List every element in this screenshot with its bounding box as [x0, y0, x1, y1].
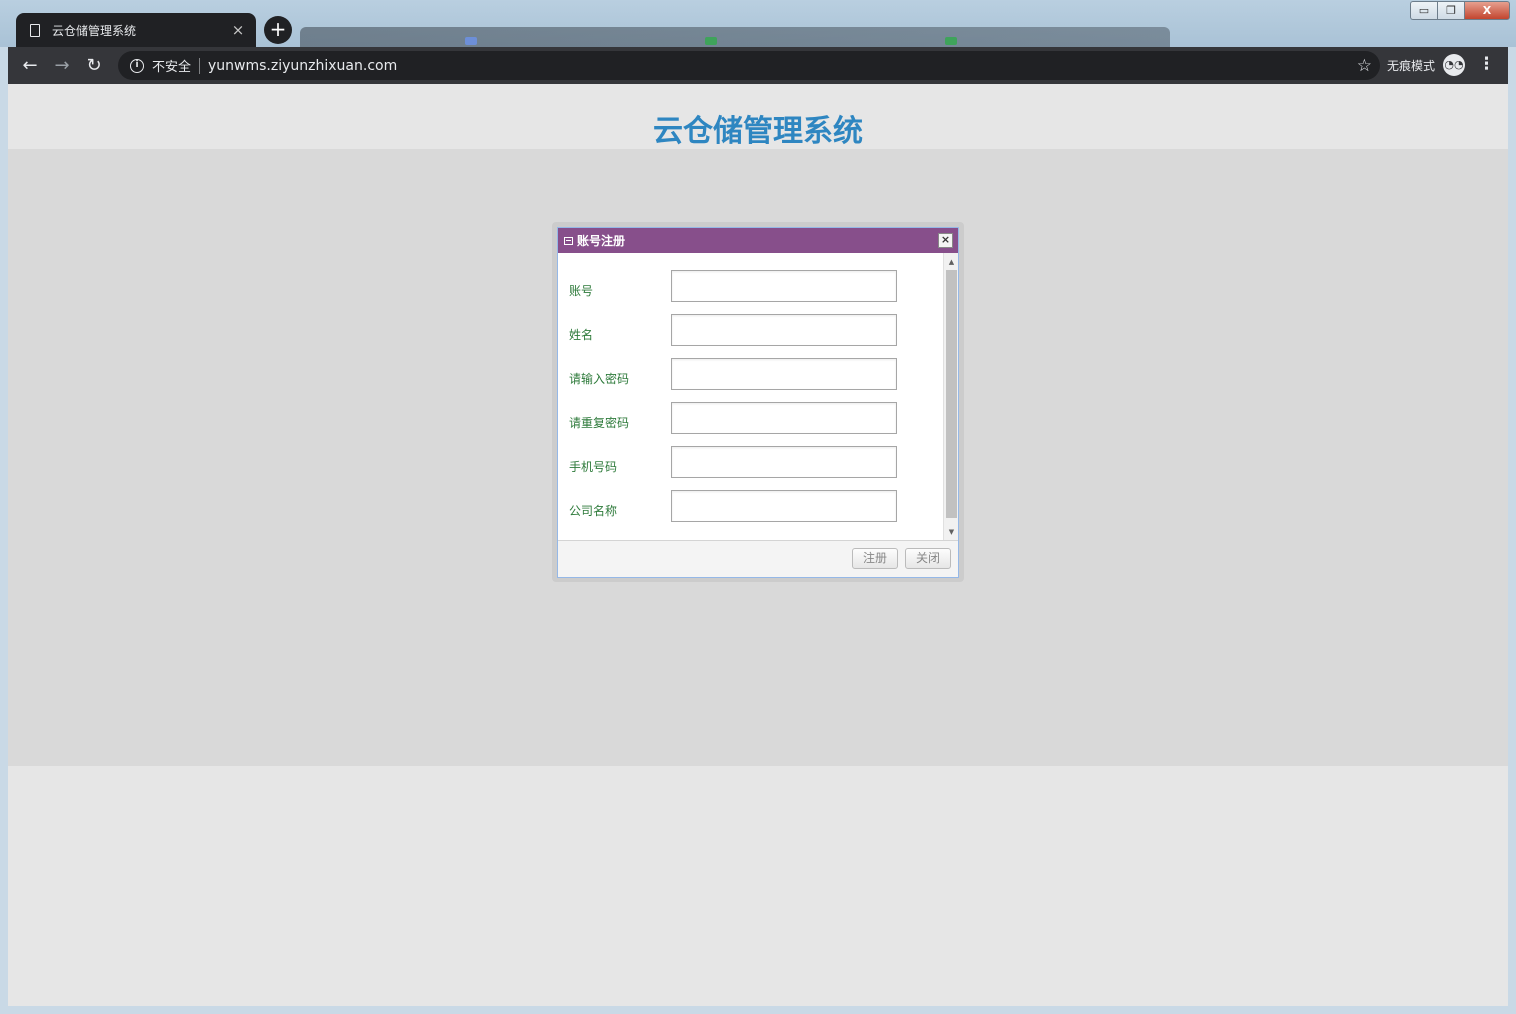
more-menu-icon[interactable]: ⋮ — [1478, 54, 1495, 74]
security-status: 不安全 — [152, 60, 192, 75]
tab-close-icon[interactable]: × — [230, 21, 246, 39]
tab-favicon-icon — [945, 37, 957, 45]
company-input[interactable] — [671, 490, 897, 522]
scroll-thumb[interactable] — [946, 270, 957, 518]
register-dialog: 账号注册 × 账号 姓名 请输入密码 请重复密码 手机号码 公司名称 ▲ ▼ 注… — [557, 227, 959, 578]
url-text[interactable]: yunwms.ziyunzhixuan.com — [208, 58, 397, 74]
reload-icon[interactable]: ↻ — [78, 50, 110, 82]
omnibox-divider — [199, 57, 201, 74]
window-icon — [564, 236, 573, 245]
bookmark-star-icon[interactable]: ☆ — [1357, 56, 1372, 76]
password-label: 请输入密码 — [569, 372, 630, 386]
back-arrow-icon[interactable]: ← — [14, 50, 46, 82]
company-label: 公司名称 — [569, 504, 618, 518]
form-row-password: 请输入密码 — [558, 358, 948, 390]
close-button[interactable]: 关闭 — [905, 548, 951, 569]
tab-title: 云仓储管理系统 — [52, 23, 137, 38]
page-title: 云仓储管理系统 — [653, 114, 863, 149]
dialog-close-icon[interactable]: × — [938, 233, 953, 248]
password-input[interactable] — [671, 358, 897, 390]
confirm-password-label: 请重复密码 — [569, 416, 630, 430]
window-controls: ▭ ❐ X — [1410, 1, 1510, 20]
browser-toolbar: ← → ↻ i 不安全 yunwms.ziyunzhixuan.com ☆ 无痕… — [8, 47, 1508, 84]
phone-label: 手机号码 — [569, 460, 618, 474]
page-viewport: 云仓储管理系统 账号注册 × 账号 姓名 请输入密码 请重复密码 手机号码 公司… — [8, 84, 1508, 1006]
form-row-account: 账号 — [558, 270, 948, 302]
background-tabs[interactable] — [300, 27, 1170, 47]
name-label: 姓名 — [569, 328, 594, 342]
dialog-title: 账号注册 — [577, 234, 626, 248]
forward-arrow-icon[interactable]: → — [46, 50, 78, 82]
document-icon — [30, 23, 40, 37]
incognito-icon[interactable]: ◔◔ — [1443, 54, 1465, 76]
phone-input[interactable] — [671, 446, 897, 478]
scroll-up-icon[interactable]: ▲ — [944, 255, 958, 269]
account-label: 账号 — [569, 284, 594, 298]
maximize-button[interactable]: ❐ — [1437, 1, 1464, 20]
dialog-scrollbar[interactable]: ▲ ▼ — [943, 253, 958, 541]
info-icon[interactable]: i — [130, 58, 144, 73]
address-bar[interactable]: i 不安全 yunwms.ziyunzhixuan.com ☆ — [118, 51, 1380, 80]
close-window-button[interactable]: X — [1464, 1, 1510, 20]
form-row-name: 姓名 — [558, 314, 948, 346]
window-titlebar: ▭ ❐ X 云仓储管理系统 × + — [0, 0, 1516, 47]
scroll-down-icon[interactable]: ▼ — [944, 525, 958, 539]
dialog-header: 账号注册 × — [558, 228, 958, 253]
confirm-password-input[interactable] — [671, 402, 897, 434]
browser-tab-active[interactable]: 云仓储管理系统 × — [16, 13, 256, 47]
form-row-phone: 手机号码 — [558, 446, 948, 478]
new-tab-button[interactable]: + — [264, 16, 292, 44]
incognito-label: 无痕模式 — [1387, 59, 1436, 73]
account-input[interactable] — [671, 270, 897, 302]
form-row-company: 公司名称 — [558, 490, 948, 522]
dialog-body: 账号 姓名 请输入密码 请重复密码 手机号码 公司名称 ▲ ▼ — [558, 253, 958, 541]
register-button[interactable]: 注册 — [852, 548, 898, 569]
form-row-confirm-password: 请重复密码 — [558, 402, 948, 434]
dialog-footer: 注册 关闭 — [558, 540, 958, 577]
tab-favicon-icon — [705, 37, 717, 45]
minimize-button[interactable]: ▭ — [1410, 1, 1437, 20]
name-input[interactable] — [671, 314, 897, 346]
tab-favicon-icon — [465, 37, 477, 45]
